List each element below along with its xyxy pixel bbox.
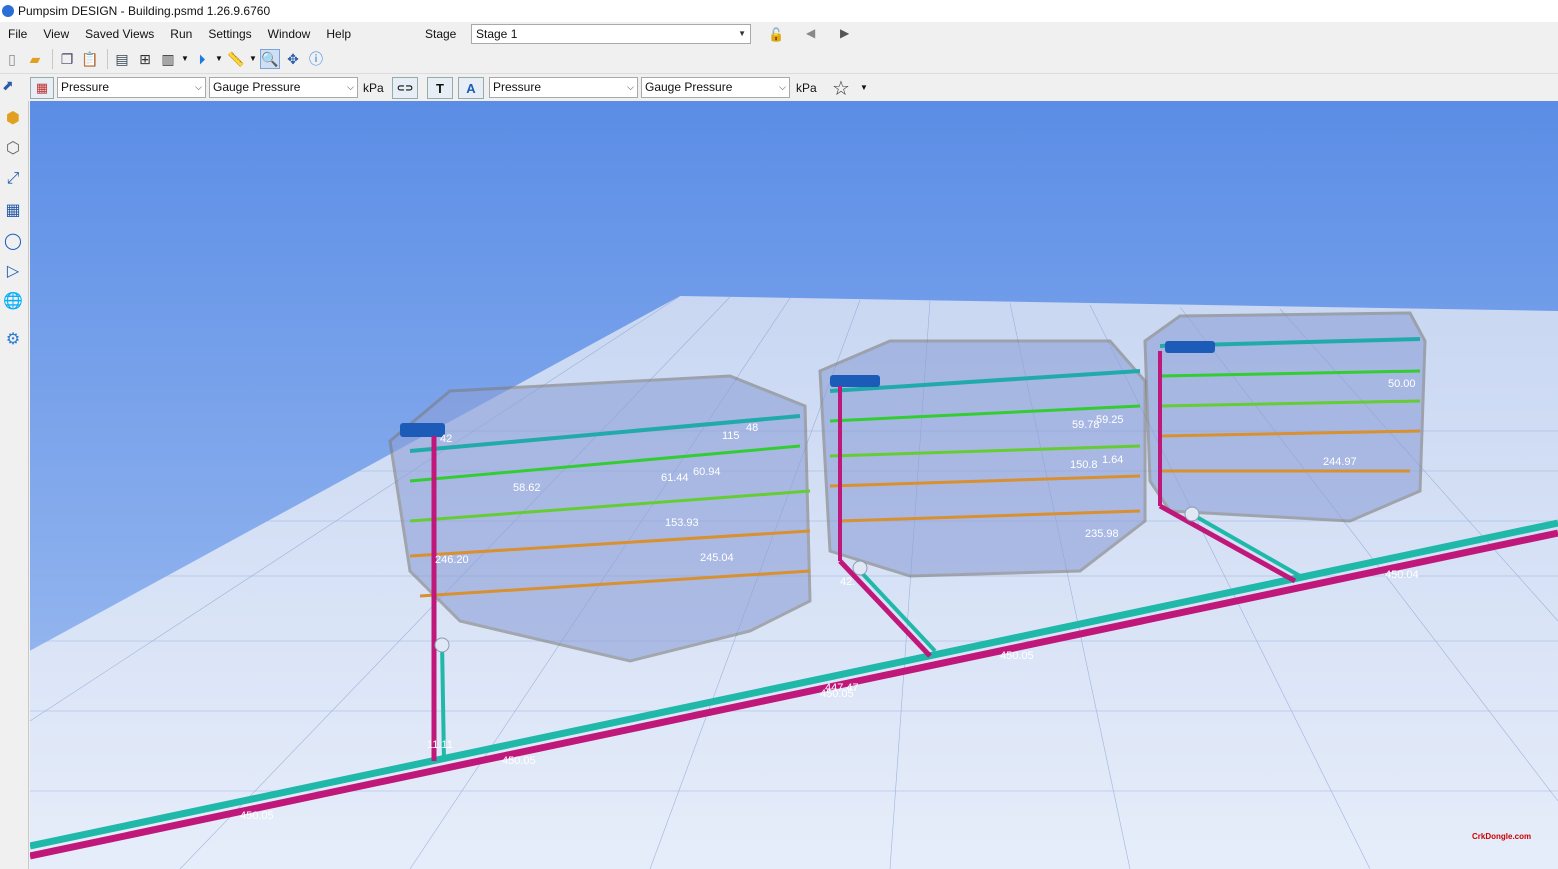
- info-icon[interactable]: ⓘ: [306, 49, 326, 69]
- pressure-label: 450.05: [502, 755, 536, 767]
- menu-file[interactable]: File: [0, 22, 35, 46]
- menu-saved-views[interactable]: Saved Views: [77, 22, 162, 46]
- color-type-select[interactable]: Gauge Pressure ⌵: [209, 77, 358, 98]
- text-by-select[interactable]: Pressure ⌵: [489, 77, 638, 98]
- main-toolbar: ▯ ▰ ❐ 📋 ▤ ⊞ ▥ ▼ ⏵ ▼ 📏 ▼ 🔍 ✥ ⓘ: [0, 46, 1558, 72]
- pressure-label: 450.05: [1000, 650, 1034, 662]
- color-by-select[interactable]: Pressure ⌵: [57, 77, 206, 98]
- star-icon[interactable]: ☆: [832, 76, 850, 101]
- pressure-label: 50.00: [1388, 378, 1416, 390]
- menu-settings[interactable]: Settings: [200, 22, 259, 46]
- pressure-label: 48: [746, 422, 758, 434]
- wireframe-icon[interactable]: ⬡: [1, 136, 25, 160]
- run-simulation-icon[interactable]: ⏵: [192, 49, 212, 69]
- color-unit: kPa: [363, 81, 384, 95]
- cube-icon[interactable]: ⬢: [1, 106, 25, 130]
- globe-icon[interactable]: 🌐: [1, 289, 25, 313]
- copy-icon[interactable]: ❐: [57, 49, 77, 69]
- color-palette-icon[interactable]: ▦: [30, 77, 54, 99]
- app-logo-icon: [2, 5, 14, 17]
- pressure-label: 235.98: [1085, 528, 1119, 540]
- paste-icon[interactable]: 📋: [80, 49, 100, 69]
- stage-next-icon[interactable]: ▶: [840, 26, 849, 40]
- title-bar: Pumpsim DESIGN - Building.psmd 1.26.9.67…: [0, 0, 1558, 22]
- text-by-value: Pressure: [493, 80, 542, 94]
- binoculars-icon[interactable]: ⊞: [135, 49, 155, 69]
- text-toggle-button[interactable]: T: [427, 77, 453, 99]
- pressure-label: 150.8: [1070, 459, 1098, 471]
- stage-select[interactable]: Stage 1 ▼: [471, 24, 751, 44]
- edit-view-icon[interactable]: ⬈: [2, 77, 24, 99]
- chevron-down-icon: ⌵: [195, 82, 202, 92]
- display-toolbar: ⬈ ▦ Pressure ⌵ Gauge Pressure ⌵ kPa ⊂⊃ T…: [0, 73, 1558, 101]
- gear-icon[interactable]: ⚙: [1, 327, 25, 351]
- film-icon[interactable]: ▥: [158, 49, 178, 69]
- pressure-label: 245.04: [700, 552, 734, 564]
- windows-icon[interactable]: ▤: [112, 49, 132, 69]
- stage-label: Stage: [425, 27, 457, 41]
- zoom-icon[interactable]: 🔍: [260, 49, 280, 69]
- chevron-down-icon: ⌵: [347, 82, 354, 92]
- pressure-label: 11.11: [427, 739, 453, 751]
- pressure-label: 244.97: [1323, 456, 1357, 468]
- table-icon[interactable]: ▦: [1, 198, 25, 222]
- pressure-label: 450.05: [820, 688, 854, 700]
- 3d-scene[interactable]: 42 115 48 58.62 60.94 61.44 153.93 245.0…: [30, 101, 1558, 869]
- pressure-label: 58.62: [513, 482, 541, 494]
- color-by-value: Pressure: [61, 80, 110, 94]
- dropdown-arrow-icon[interactable]: ▼: [860, 83, 868, 92]
- dropdown-arrow-icon[interactable]: ▼: [215, 49, 223, 69]
- text-type-value: Gauge Pressure: [645, 80, 733, 94]
- toolbar-divider: [107, 49, 108, 69]
- pressure-label: 59.25: [1096, 414, 1124, 426]
- menu-run[interactable]: Run: [162, 22, 200, 46]
- lock-icon[interactable]: 🔓: [768, 27, 784, 43]
- chevron-down-icon: ▼: [738, 29, 746, 38]
- text-type-select[interactable]: Gauge Pressure ⌵: [641, 77, 790, 98]
- fit-view-icon[interactable]: ⤢: [1, 167, 25, 191]
- chevron-down-icon: ⌵: [627, 82, 634, 92]
- link-icon[interactable]: ⊂⊃: [392, 77, 418, 99]
- watermark: CrkDongle.com: [1472, 832, 1531, 841]
- pressure-label: 61.44: [661, 472, 689, 484]
- building-3[interactable]: [1143, 311, 1427, 523]
- open-folder-icon[interactable]: ▰: [25, 49, 45, 69]
- pressure-label: 1.64: [1102, 454, 1123, 466]
- pressure-label: 450.05: [240, 810, 274, 822]
- menu-window[interactable]: Window: [260, 22, 319, 46]
- menu-view[interactable]: View: [35, 22, 77, 46]
- circle-icon[interactable]: ◯: [1, 229, 25, 253]
- chevron-down-icon: ⌵: [779, 82, 786, 92]
- dropdown-arrow-icon[interactable]: ▼: [249, 49, 257, 69]
- text-unit: kPa: [796, 81, 817, 95]
- pressure-label: 115: [722, 430, 740, 442]
- ruler-icon[interactable]: 📏: [226, 49, 246, 69]
- menu-help[interactable]: Help: [318, 22, 359, 46]
- color-type-value: Gauge Pressure: [213, 80, 301, 94]
- pressure-label: 450.04: [1385, 569, 1419, 581]
- toolbar-divider: [52, 49, 53, 69]
- left-toolbar: ⬢ ⬡ ⤢ ▦ ◯ ▷ 🌐 ⚙: [0, 101, 29, 869]
- 3d-viewport[interactable]: 42 115 48 58.62 60.94 61.44 153.93 245.0…: [30, 101, 1558, 869]
- new-file-icon[interactable]: ▯: [2, 49, 22, 69]
- pan-icon[interactable]: ✥: [283, 49, 303, 69]
- stage-prev-icon[interactable]: ◀: [806, 26, 815, 40]
- pressure-label: 60.94: [693, 466, 721, 478]
- dropdown-arrow-icon[interactable]: ▼: [181, 49, 189, 69]
- window-title: Pumpsim DESIGN - Building.psmd 1.26.9.67…: [18, 4, 271, 18]
- pressure-label: 42.: [840, 576, 855, 588]
- pressure-label: 153.93: [665, 517, 699, 529]
- text-style-icon[interactable]: A: [458, 77, 484, 99]
- stage-select-value: Stage 1: [476, 27, 518, 41]
- play-dropdown-icon[interactable]: ▷: [1, 259, 25, 283]
- pressure-label: 42: [440, 433, 452, 445]
- pressure-label: 246.20: [435, 554, 469, 566]
